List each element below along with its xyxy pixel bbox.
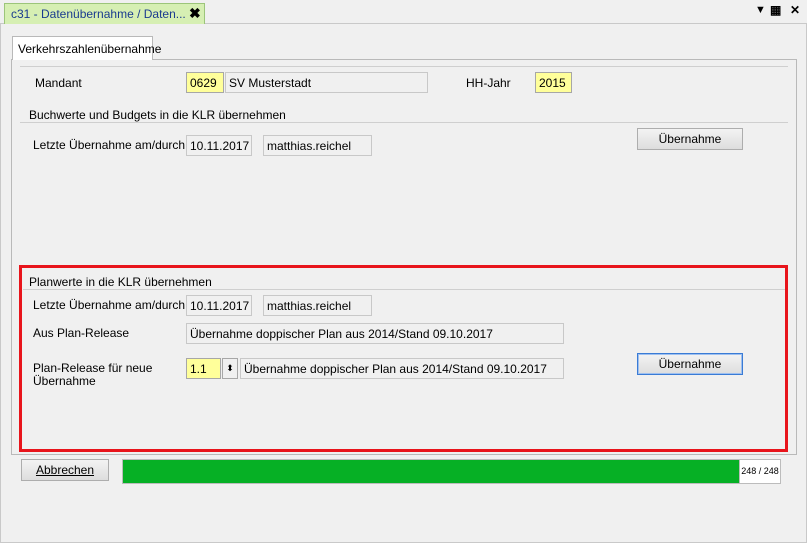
document-tab[interactable]: c31 - Datenübernahme / Daten... ✖ — [4, 3, 205, 24]
hh-jahr-label: HH-Jahr — [466, 76, 511, 90]
planwerte-uebernahme-button[interactable]: Übernahme — [637, 353, 743, 375]
planwerte-last-date: 10.11.2017 — [186, 295, 252, 316]
progress-fill — [123, 460, 739, 483]
mandant-name-field: SV Musterstadt — [225, 72, 428, 93]
hh-jahr-field[interactable]: 2015 — [535, 72, 572, 93]
progress-count: 248 / 248 — [739, 460, 780, 483]
planwerte-section-title: Planwerte in die KLR übernehmen — [29, 275, 212, 289]
tab-label: Verkehrszahlenübernahme — [18, 42, 162, 56]
plan-release-spin-icon[interactable]: ⬍ — [222, 358, 238, 379]
plan-release-neu-label-line2: Übernahme — [33, 374, 96, 388]
abbrechen-label: Abbrechen — [35, 463, 95, 477]
plan-release-code-field[interactable]: 1.1 — [186, 358, 221, 379]
buchwerte-uebernahme-button[interactable]: Übernahme — [637, 128, 743, 150]
document-tab-title: c31 - Datenübernahme / Daten... — [11, 7, 186, 21]
abbrechen-button[interactable]: Abbrechen — [21, 459, 109, 481]
progress-bar — [122, 459, 781, 484]
planwerte-last-label: Letzte Übernahme am/durch — [33, 298, 186, 312]
mandant-code-field[interactable]: 0629 — [186, 72, 224, 93]
header-top-divider — [20, 66, 788, 67]
plan-release-desc-field: Übernahme doppischer Plan aus 2014/Stand… — [240, 358, 564, 379]
tab-verkehrszahlenuebernahme[interactable]: Verkehrszahlenübernahme — [12, 36, 161, 60]
aus-plan-release-label: Aus Plan-Release — [33, 326, 130, 340]
layout-icon[interactable]: ▦ — [770, 3, 781, 17]
plan-release-neu-label-line1: Plan-Release für neue — [33, 361, 153, 375]
aus-plan-release-field: Übernahme doppischer Plan aus 2014/Stand… — [186, 323, 564, 344]
buchwerte-last-date: 10.11.2017 — [186, 135, 252, 156]
buchwerte-divider — [20, 122, 788, 123]
buchwerte-last-user: matthias.reichel — [263, 135, 372, 156]
mandant-label: Mandant — [35, 76, 82, 90]
tab-close-icon[interactable]: ✖ — [189, 5, 201, 22]
planwerte-last-user: matthias.reichel — [263, 295, 372, 316]
buchwerte-last-label: Letzte Übernahme am/durch — [33, 138, 186, 152]
buchwerte-section-title: Buchwerte und Budgets in die KLR überneh… — [29, 108, 286, 122]
dropdown-icon[interactable]: ▼ — [755, 4, 766, 16]
close-window-icon[interactable]: ✕ — [790, 3, 800, 17]
planwerte-divider — [23, 289, 785, 290]
